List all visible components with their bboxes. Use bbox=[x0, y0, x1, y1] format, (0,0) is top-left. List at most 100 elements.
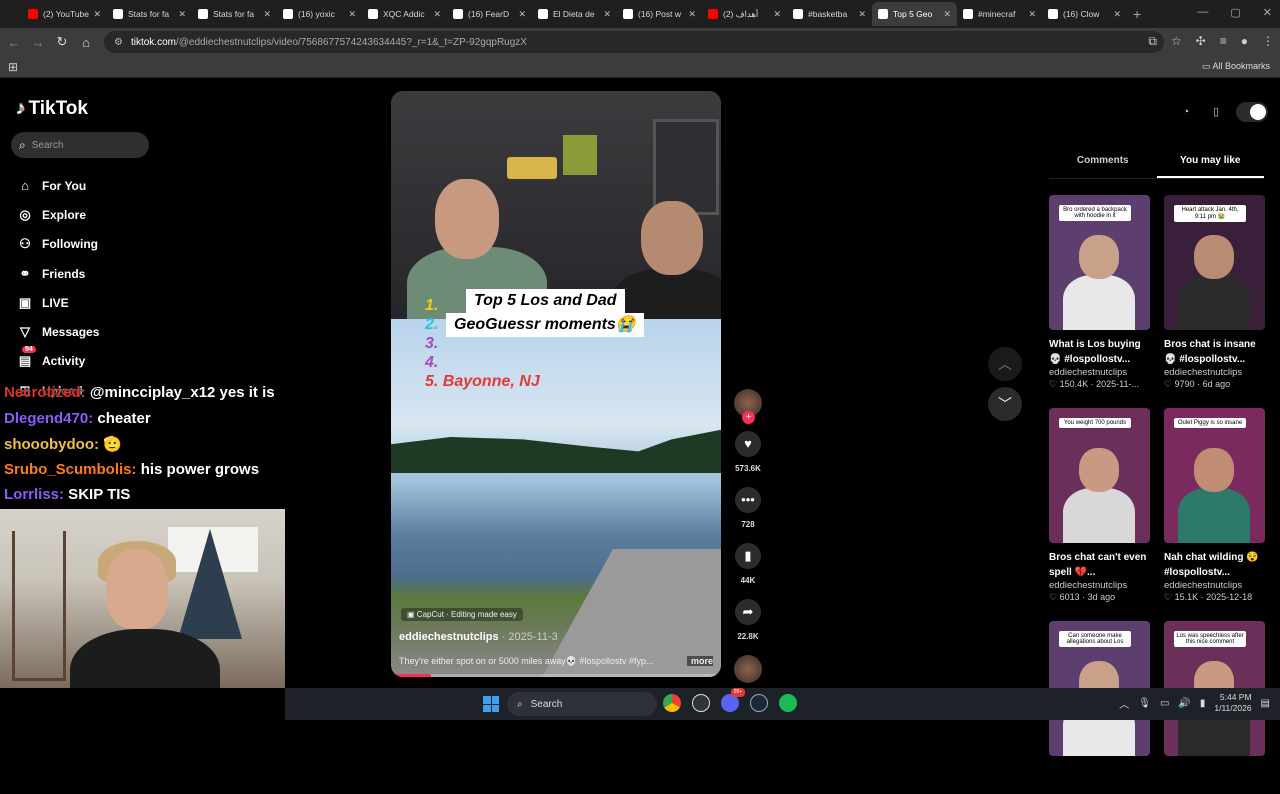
video-player[interactable]: Top 5 Los and Dad GeoGuessr moments😭 1. … bbox=[391, 91, 721, 677]
next-video-button[interactable]: ﹀ bbox=[988, 387, 1022, 421]
card-author[interactable]: eddiechestnutclips bbox=[1164, 580, 1265, 591]
follow-plus-icon[interactable]: + bbox=[742, 411, 755, 424]
sound-avatar[interactable] bbox=[734, 655, 762, 683]
browser-tab[interactable]: Stats for fa ✕ bbox=[192, 2, 277, 26]
windows-start-icon[interactable] bbox=[483, 696, 499, 712]
tab-close-icon[interactable]: ✕ bbox=[858, 9, 866, 20]
card-title[interactable]: Bros chat can't even spell 💔... bbox=[1049, 550, 1150, 580]
browser-tab[interactable]: XQC Addic ✕ bbox=[362, 2, 447, 26]
autoscroll-toggle[interactable] bbox=[1236, 102, 1268, 122]
browser-tab[interactable]: (2) YouTube ✕ bbox=[22, 2, 107, 26]
apps-grid-icon[interactable]: ⊞ bbox=[8, 60, 18, 74]
browser-tab[interactable]: (16) Post w ✕ bbox=[617, 2, 702, 26]
all-bookmarks-button[interactable]: ▭ All Bookmarks bbox=[1202, 61, 1270, 72]
taskbar-search[interactable]: ⌕ Search bbox=[507, 692, 657, 716]
tab-close-icon[interactable]: ✕ bbox=[1028, 9, 1036, 20]
video-progress-bar[interactable] bbox=[391, 674, 721, 677]
browser-tab[interactable]: Top 5 Geo ✕ bbox=[872, 2, 957, 26]
video-thumbnail[interactable]: Bro ordered a backpack with hoodie in it bbox=[1049, 195, 1150, 330]
recommended-video-card[interactable]: Oulet Piggy is so insane Nah chat wildin… bbox=[1164, 408, 1265, 603]
tab-close-icon[interactable]: ✕ bbox=[943, 9, 951, 20]
forward-icon[interactable]: → bbox=[26, 35, 50, 50]
tab-close-icon[interactable]: ✕ bbox=[1113, 9, 1121, 20]
bookmark-button[interactable]: ▮ 44K bbox=[733, 543, 763, 585]
recommended-video-card[interactable]: Heart attack Jan. 4th, 9:11 pm 😭 Bros ch… bbox=[1164, 195, 1265, 390]
card-author[interactable]: eddiechestnutclips bbox=[1164, 367, 1265, 378]
home-browser-icon[interactable]: ⌂ bbox=[74, 35, 98, 50]
video-thumbnail[interactable]: Heart attack Jan. 4th, 9:11 pm 😭 bbox=[1164, 195, 1265, 330]
tab-close-icon[interactable]: ✕ bbox=[348, 9, 356, 20]
tab-close-icon[interactable]: ✕ bbox=[688, 9, 696, 20]
more-button[interactable]: more bbox=[686, 656, 713, 666]
browser-tab[interactable]: (16) yoxic ✕ bbox=[277, 2, 362, 26]
extensions-icon[interactable]: ✣ bbox=[1196, 34, 1206, 49]
tray-overflow-icon[interactable]: ︿ bbox=[1119, 696, 1129, 711]
sidebar-item-explore[interactable]: ◎ Explore bbox=[16, 200, 99, 229]
minimize-icon[interactable]: — bbox=[1197, 6, 1208, 19]
sidebar-item-messages[interactable]: ▽ Messages bbox=[16, 317, 99, 346]
tab-close-icon[interactable]: ✕ bbox=[178, 9, 186, 20]
tab-close-icon[interactable]: ✕ bbox=[518, 9, 526, 20]
volume-icon[interactable]: 🔊 bbox=[1178, 698, 1190, 709]
reload-icon[interactable]: ↻ bbox=[50, 34, 74, 50]
card-title[interactable] bbox=[1049, 763, 1150, 793]
search-input[interactable]: ⌕ Search bbox=[11, 132, 149, 158]
back-icon[interactable]: ← bbox=[2, 35, 26, 50]
steam-icon[interactable] bbox=[750, 694, 768, 712]
media-control-icon[interactable]: ≡ bbox=[1220, 34, 1227, 49]
spotify-icon[interactable] bbox=[779, 694, 797, 712]
heart-button[interactable]: ♥ 573.6K bbox=[733, 431, 763, 473]
close-window-icon[interactable]: ✕ bbox=[1263, 6, 1272, 19]
video-thumbnail[interactable]: You weight 700 pounds bbox=[1049, 408, 1150, 543]
chrome-icon[interactable] bbox=[663, 694, 681, 712]
mic-icon[interactable]: 🎙 bbox=[1138, 698, 1151, 709]
video-thumbnail[interactable]: Oulet Piggy is so insane bbox=[1164, 408, 1265, 543]
clock[interactable]: 5:44 PM 1/11/2026 bbox=[1214, 692, 1251, 714]
card-title[interactable]: Nah chat wilding 😵 #lospollostv... bbox=[1164, 550, 1265, 580]
speed-icon[interactable]: ◔ bbox=[1176, 102, 1196, 122]
comment-button[interactable]: ••• 728 bbox=[733, 487, 763, 529]
card-title[interactable]: What is Los buying 💀 #lospollostv... bbox=[1049, 337, 1150, 367]
tab-you-may-like[interactable]: You may like bbox=[1156, 155, 1264, 178]
discord-icon[interactable]: 99+ bbox=[721, 688, 745, 712]
browser-tab[interactable]: Stats for fa ✕ bbox=[107, 2, 192, 26]
browser-tab[interactable]: (2) أهداف ✕ bbox=[702, 2, 787, 26]
new-tab-icon[interactable]: + bbox=[1133, 6, 1141, 22]
maximize-icon[interactable]: ▢ bbox=[1230, 6, 1240, 19]
device-icon[interactable]: ▯ bbox=[1206, 102, 1226, 122]
browser-tab[interactable]: #basketba ✕ bbox=[787, 2, 872, 26]
tab-close-icon[interactable]: ✕ bbox=[433, 9, 441, 20]
tab-close-icon[interactable]: ✕ bbox=[773, 9, 781, 20]
battery-icon[interactable]: ▮ bbox=[1200, 698, 1206, 709]
browser-tab[interactable]: (16) FearD ✕ bbox=[447, 2, 532, 26]
card-title[interactable] bbox=[1164, 763, 1265, 793]
bookmark-star-icon[interactable]: ☆ bbox=[1171, 34, 1182, 49]
creator-avatar[interactable]: + bbox=[734, 389, 762, 424]
tiktok-logo[interactable]: ♪ TikTok bbox=[16, 98, 88, 120]
recommended-video-card[interactable]: You weight 700 pounds Bros chat can't ev… bbox=[1049, 408, 1150, 603]
card-author[interactable]: eddiechestnutclips bbox=[1049, 580, 1150, 591]
tab-comments[interactable]: Comments bbox=[1049, 155, 1157, 178]
site-info-icon[interactable]: ⚙ bbox=[114, 37, 123, 48]
sidebar-item-following[interactable]: ⚇ Following bbox=[16, 230, 99, 259]
tab-close-icon[interactable]: ✕ bbox=[263, 9, 271, 20]
network-icon[interactable]: ▭ bbox=[1160, 698, 1169, 709]
obs-icon[interactable] bbox=[692, 694, 710, 712]
share-button[interactable]: ➦ 22.8K bbox=[733, 599, 763, 641]
sidebar-item-live[interactable]: ▣ LIVE bbox=[16, 288, 99, 317]
install-app-icon[interactable]: ⧉ bbox=[1148, 34, 1157, 49]
capcut-label[interactable]: ▣ CapCut · Editing made easy bbox=[401, 608, 523, 621]
recommended-video-card[interactable]: Bro ordered a backpack with hoodie in it… bbox=[1049, 195, 1150, 390]
video-author[interactable]: eddiechestnutclips · 2025-11-3 bbox=[399, 631, 558, 643]
browser-menu-icon[interactable]: ⋮ bbox=[1262, 34, 1274, 49]
sidebar-item-for-you[interactable]: ⌂ For You bbox=[16, 171, 99, 200]
browser-tab[interactable]: #minecraf ✕ bbox=[957, 2, 1042, 26]
card-author[interactable]: eddiechestnutclips bbox=[1049, 367, 1150, 378]
notifications-icon[interactable]: ▤ bbox=[1261, 698, 1270, 709]
prev-video-button[interactable]: ︿ bbox=[988, 347, 1022, 381]
sidebar-item-activity[interactable]: ▤ 94 Activity bbox=[16, 346, 99, 376]
profile-avatar-icon[interactable]: ● bbox=[1241, 34, 1248, 49]
tab-close-icon[interactable]: ✕ bbox=[603, 9, 611, 20]
browser-tab[interactable]: El Dieta de ✕ bbox=[532, 2, 617, 26]
card-title[interactable]: Bros chat is insane 💀 #lospollostv... bbox=[1164, 337, 1265, 367]
